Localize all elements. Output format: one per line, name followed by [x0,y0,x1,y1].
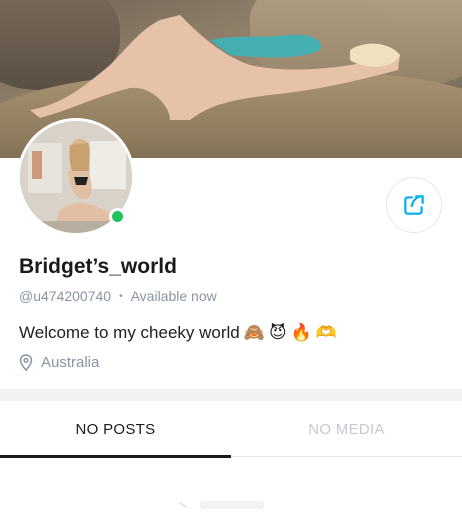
share-icon [404,195,424,215]
map-pin-icon [19,354,33,371]
tab-media[interactable]: NO MEDIA [231,401,462,457]
location-text: Australia [41,354,100,371]
separator-dot: • [119,290,123,302]
bio-text: Welcome to my cheeky world [19,323,240,342]
bio-emoji-3: 🔥 [290,323,312,343]
bio-emoji-1: 🙈 [243,323,265,343]
avatar[interactable] [17,118,135,236]
profile-subline: @u474200740 • Available now [19,288,217,304]
availability-status: Available now [130,288,217,304]
share-button[interactable] [386,177,442,233]
empty-state-icon [179,501,264,509]
cover-figure [30,15,400,120]
username: @u474200740 [19,288,112,304]
section-divider [0,389,462,401]
profile-name: Bridget’s_world [19,255,177,278]
profile-tabs: NO POSTS NO MEDIA [0,401,462,458]
profile-bio: Welcome to my cheeky world 🙈 😈 🔥 🫶 [19,323,337,343]
bio-emoji-4: 🫶 [315,323,338,343]
tab-posts[interactable]: NO POSTS [0,401,231,458]
online-status-dot [109,208,126,225]
profile-location: Australia [19,354,99,371]
bio-emoji-2: 😈 [268,323,287,343]
